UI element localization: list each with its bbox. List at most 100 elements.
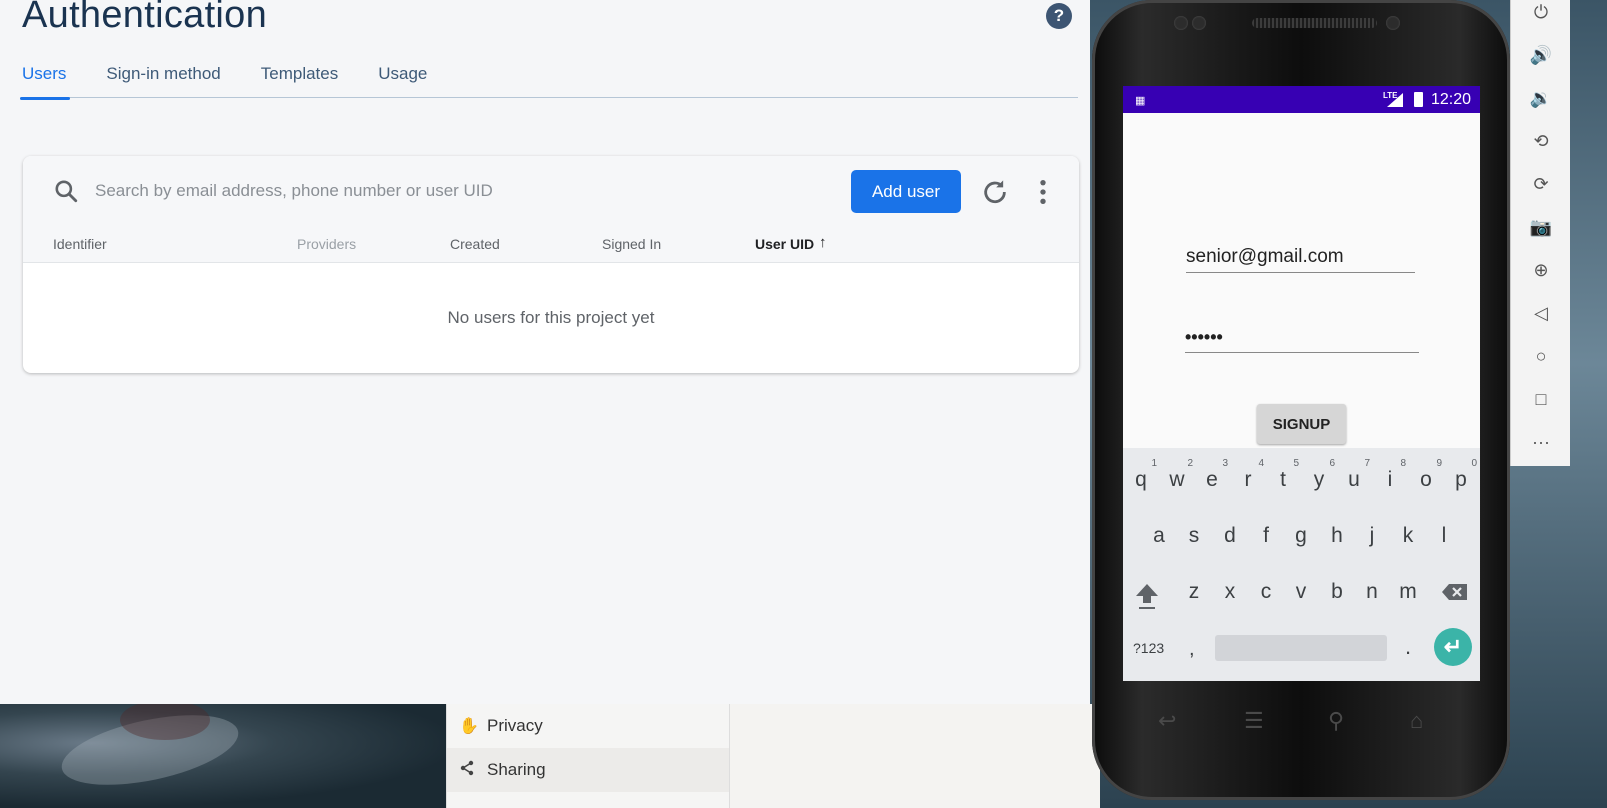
key-s[interactable]: s [1177, 524, 1211, 548]
key-p[interactable]: p0 [1444, 458, 1478, 492]
column-header-identifier[interactable]: Identifier [53, 236, 107, 252]
status-clock: 12:20 [1431, 91, 1472, 108]
key-o[interactable]: o9 [1409, 458, 1443, 492]
key-hint: 2 [1187, 458, 1193, 469]
context-menu: ✋ Privacy Sharing [446, 704, 730, 808]
menu-nav-icon[interactable]: ☰ [1244, 708, 1264, 734]
volume-down-icon[interactable]: 🔉 [1511, 83, 1571, 113]
tab-bar: Users Sign-in method Templates Usage [19, 58, 1078, 100]
sensor [1192, 16, 1206, 30]
key-label: t [1280, 468, 1286, 491]
emulator-toolbar: ⏻ 🔊 🔉 ⟲ ⟳ 📷 ⊕ ◁ ○ □ ··· [1510, 0, 1570, 466]
more-vert-icon[interactable] [1035, 178, 1051, 206]
home-icon[interactable]: ○ [1511, 341, 1571, 371]
search-nav-icon[interactable]: ⚲ [1328, 708, 1344, 734]
add-user-button[interactable]: Add user [851, 170, 961, 213]
rotate-right-icon[interactable]: ⟳ [1511, 169, 1571, 199]
device-screen: ▦ LTE 12:20 SIGNUP q1 w2 e3 r4 t5 y6 u7 … [1123, 86, 1480, 681]
enter-icon[interactable]: ↵ [1434, 628, 1472, 666]
earpiece-speaker [1252, 18, 1377, 28]
key-y[interactable]: y6 [1302, 458, 1336, 492]
backspace-icon[interactable] [1441, 582, 1469, 602]
key-hint: 8 [1400, 458, 1406, 469]
symbols-key[interactable]: ?123 [1133, 640, 1164, 656]
key-label: q [1135, 468, 1147, 491]
key-q[interactable]: q1 [1124, 458, 1158, 492]
key-hint: 9 [1436, 458, 1442, 469]
key-d[interactable]: d [1213, 524, 1247, 548]
email-field[interactable] [1186, 241, 1415, 273]
auth-page: Authentication ? Users Sign-in method Te… [0, 0, 1090, 704]
tab-templates[interactable]: Templates [261, 58, 338, 98]
home-nav-icon[interactable]: ⌂ [1410, 708, 1423, 734]
background-window [730, 704, 1100, 808]
overview-icon[interactable]: □ [1511, 384, 1571, 414]
key-x[interactable]: x [1213, 580, 1247, 604]
key-t[interactable]: t5 [1266, 458, 1300, 492]
key-e[interactable]: e3 [1195, 458, 1229, 492]
emulator-device-frame: ▦ LTE 12:20 SIGNUP q1 w2 e3 r4 t5 y6 u7 … [1092, 0, 1510, 800]
key-b[interactable]: b [1320, 580, 1354, 604]
signup-button[interactable]: SIGNUP [1257, 404, 1346, 444]
key-hint: 4 [1258, 458, 1264, 469]
tab-sign-in-method[interactable]: Sign-in method [106, 58, 220, 98]
menu-item-privacy[interactable]: ✋ Privacy [447, 704, 729, 748]
camera-icon[interactable]: 📷 [1511, 212, 1571, 242]
more-icon[interactable]: ··· [1511, 427, 1571, 457]
key-l[interactable]: l [1427, 524, 1461, 548]
key-u[interactable]: u7 [1337, 458, 1371, 492]
back-icon[interactable]: ◁ [1511, 298, 1571, 328]
hand-icon: ✋ [459, 718, 479, 735]
key-a[interactable]: a [1142, 524, 1176, 548]
key-z[interactable]: z [1177, 580, 1211, 604]
key-j[interactable]: j [1355, 524, 1389, 548]
period-key[interactable]: . [1405, 634, 1411, 660]
menu-item-sharing[interactable]: Sharing [447, 748, 729, 792]
key-v[interactable]: v [1284, 580, 1318, 604]
key-w[interactable]: w2 [1160, 458, 1194, 492]
help-icon[interactable]: ? [1046, 3, 1072, 29]
front-camera [1174, 16, 1188, 30]
key-f[interactable]: f [1249, 524, 1283, 548]
key-c[interactable]: c [1249, 580, 1283, 604]
key-h[interactable]: h [1320, 524, 1354, 548]
tab-users[interactable]: Users [19, 58, 71, 100]
volume-up-icon[interactable]: 🔊 [1511, 40, 1571, 70]
key-g[interactable]: g [1284, 524, 1318, 548]
search-input[interactable] [95, 178, 815, 204]
menu-item-label: Privacy [487, 716, 543, 735]
power-icon[interactable]: ⏻ [1511, 0, 1571, 27]
back-nav-icon[interactable]: ↩ [1158, 708, 1176, 734]
tab-usage[interactable]: Usage [378, 58, 427, 98]
shift-icon[interactable] [1133, 580, 1161, 612]
key-label: r [1244, 468, 1252, 491]
key-label: p [1455, 468, 1467, 491]
battery-icon [1414, 92, 1423, 107]
search-icon [55, 180, 78, 203]
arrow-up-icon[interactable]: ↑ [819, 234, 827, 251]
password-field[interactable] [1185, 323, 1419, 353]
key-hint: 0 [1471, 458, 1477, 469]
key-i[interactable]: i8 [1373, 458, 1407, 492]
refresh-icon[interactable] [981, 178, 1009, 206]
share-icon [459, 760, 487, 781]
key-k[interactable]: k [1391, 524, 1425, 548]
wallpaper-photo [0, 700, 460, 808]
keyboard-icon: ▦ [1135, 95, 1146, 107]
column-header-user-uid[interactable]: User UID [755, 236, 814, 252]
column-header-created[interactable]: Created [450, 236, 500, 252]
rotate-left-icon[interactable]: ⟲ [1511, 126, 1571, 156]
key-label: i [1387, 468, 1393, 491]
users-card: Add user Identifier Providers Created Si… [23, 156, 1079, 373]
key-label: o [1420, 468, 1432, 491]
proximity-sensor [1386, 16, 1400, 30]
space-key[interactable] [1215, 635, 1387, 661]
menu-item-label: Sharing [487, 760, 546, 779]
comma-key[interactable]: , [1189, 638, 1195, 661]
key-m[interactable]: m [1391, 580, 1425, 604]
zoom-icon[interactable]: ⊕ [1511, 255, 1571, 285]
key-r[interactable]: r4 [1231, 458, 1265, 492]
key-n[interactable]: n [1355, 580, 1389, 604]
key-label: y [1313, 468, 1325, 491]
column-header-signed-in[interactable]: Signed In [602, 236, 661, 252]
